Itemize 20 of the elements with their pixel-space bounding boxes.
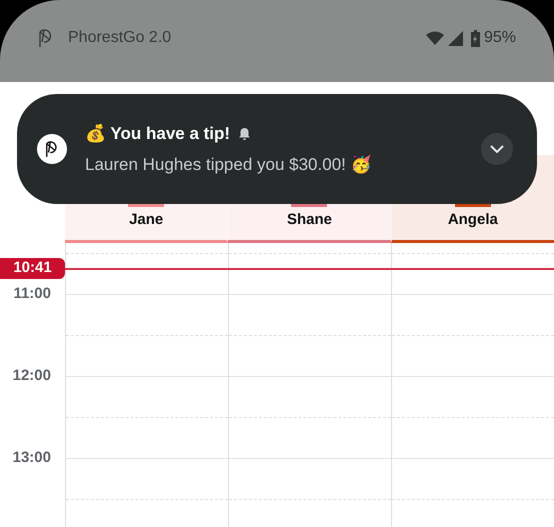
bell-icon (238, 126, 252, 140)
app-name: PhorestGo 2.0 (68, 28, 172, 48)
staff-name: Angela (448, 210, 498, 230)
signal-icon (448, 30, 463, 46)
hour-label: 12:00 (12, 366, 51, 386)
wifi-icon (426, 31, 444, 45)
notification-title: 💰 You have a tip! (85, 122, 230, 144)
notification-card[interactable]: 💰 You have a tip! Lauren Hughes tipped you $30.00! 🥳 (17, 94, 537, 204)
expand-button[interactable] (481, 133, 513, 165)
current-time-label: 10:41 (0, 258, 65, 279)
app-icon (37, 134, 67, 164)
staff-name: Shane (286, 210, 332, 230)
staff-name: Jane (129, 210, 164, 230)
hour-label: 13:00 (12, 448, 51, 468)
app-logo-icon (38, 28, 54, 48)
battery-icon (470, 30, 480, 46)
battery-percentage: 95% (484, 28, 516, 48)
notification-message: Lauren Hughes tipped you $30.00! 🥳 (85, 154, 373, 176)
chevron-down-icon (490, 145, 504, 153)
hour-label: 11:00 (13, 284, 51, 304)
